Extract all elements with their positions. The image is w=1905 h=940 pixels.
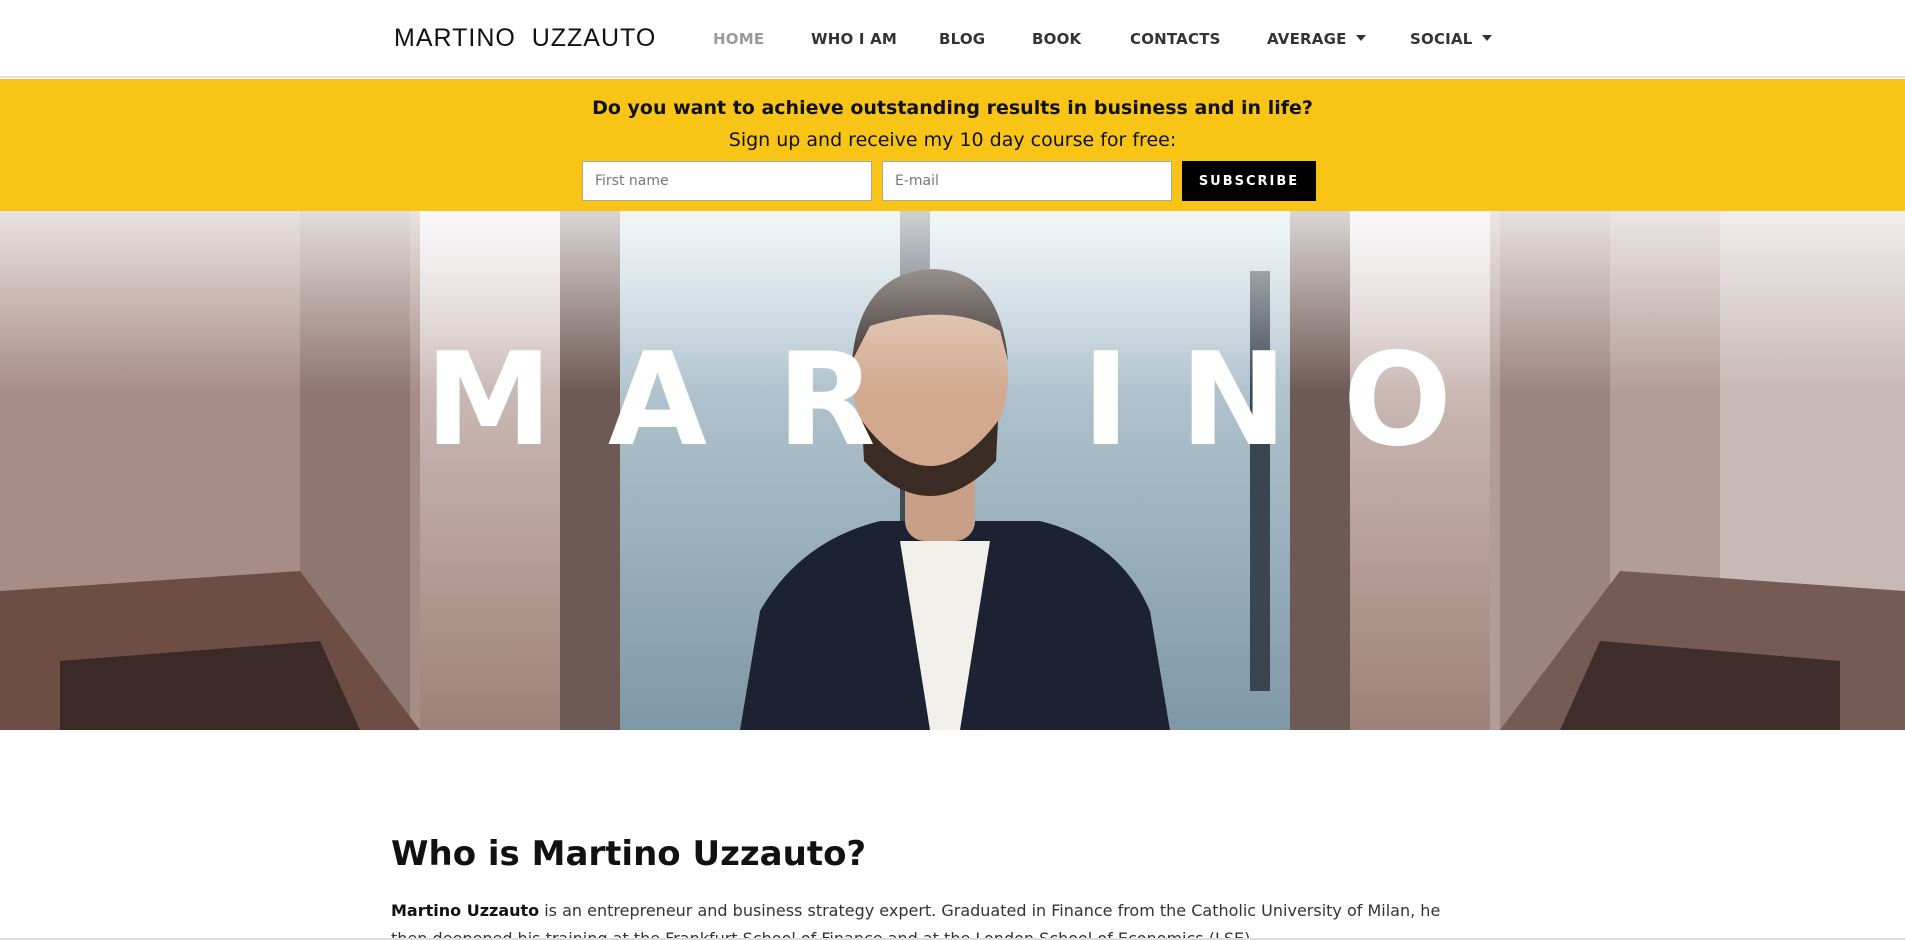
nav-item-social[interactable]: SOCIAL [1410, 30, 1492, 48]
hero-name-letters: M A R T I N O [0, 326, 1905, 475]
nav-item-contacts[interactable]: CONTACTS [1130, 30, 1221, 48]
banner-headline: Do you want to achieve outstanding resul… [592, 97, 1313, 119]
nav-item-label: CONTACTS [1130, 30, 1221, 48]
nav-item-average[interactable]: AVERAGE [1267, 30, 1366, 48]
hero-letter: M [425, 326, 553, 475]
banner-subline: Sign up and receive my 10 day course for… [728, 129, 1177, 151]
section-heading: Who is Martino Uzzauto? [391, 834, 867, 874]
chevron-down-icon [1355, 34, 1366, 41]
intro-text: is an entrepreneur and business strategy… [391, 901, 1441, 940]
hero-banner: M A R T I N O [0, 211, 1905, 730]
signup-banner: Do you want to achieve outstanding resul… [0, 79, 1905, 211]
nav-item-label: HOME [713, 30, 765, 48]
subscribe-button[interactable]: SUBSCRIBE [1182, 161, 1316, 201]
nav-item-label: AVERAGE [1267, 30, 1347, 48]
nav-item-book[interactable]: BOOK [1032, 30, 1081, 48]
author-name: Martino Uzzauto [391, 901, 540, 920]
nav-item-label: BOOK [1032, 30, 1082, 48]
nav-item-blog[interactable]: BLOG [939, 30, 985, 48]
first-name-input[interactable] [582, 161, 872, 201]
main-nav: HOME WHO I AM BLOG BOOK CONTACTS AVERAGE… [0, 0, 1905, 78]
hero-letter: O [1343, 326, 1452, 475]
email-input[interactable] [882, 161, 1172, 201]
nav-item-home[interactable]: HOME [713, 30, 764, 48]
chevron-down-icon [1481, 34, 1492, 41]
site-header: MARTINO UZZAUTO HOME WHO I AM BLOG BOOK … [0, 0, 1905, 78]
nav-item-label: SOCIAL [1410, 30, 1473, 48]
hero-letter: R [777, 326, 876, 475]
hero-letter: N [1180, 326, 1288, 475]
intro-paragraph: Martino Uzzauto is an entrepreneur and b… [391, 897, 1481, 940]
nav-item-label: WHO I AM [811, 30, 898, 48]
hero-letter: I [1082, 326, 1130, 475]
nav-item-who-i-am[interactable]: WHO I AM [811, 30, 897, 48]
nav-item-label: BLOG [939, 30, 986, 48]
hero-letter: A [608, 326, 708, 475]
